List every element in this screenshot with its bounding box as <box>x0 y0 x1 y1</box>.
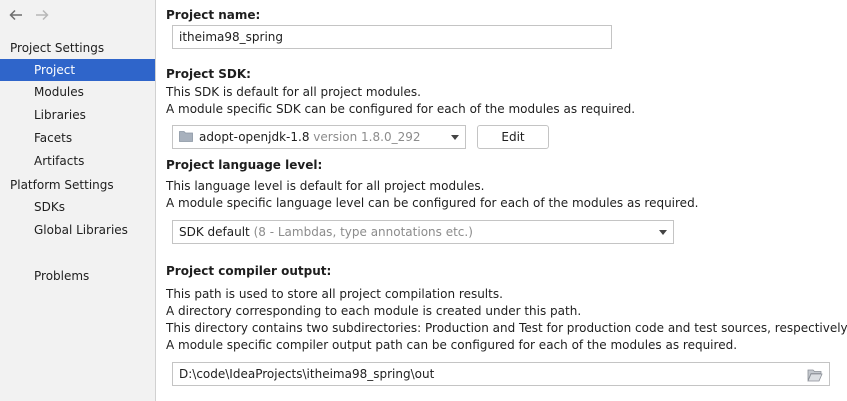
compiler-output-desc-1: This path is used to store all project c… <box>166 287 503 301</box>
compiler-output-desc-4: A module specific compiler output path c… <box>166 338 738 352</box>
project-sdk-dropdown[interactable]: adopt-openjdk-1.8 version 1.8.0_292 <box>172 125 466 149</box>
edit-sdk-button[interactable]: Edit <box>477 125 549 149</box>
sidebar-item-project[interactable]: Project <box>0 59 155 81</box>
language-level-dropdown[interactable]: SDK default (8 - Lambdas, type annotatio… <box>172 220 674 244</box>
sdk-version: version 1.8.0_292 <box>313 130 421 144</box>
nav-arrows <box>8 6 50 24</box>
settings-sidebar: Project Settings Project Modules Librari… <box>0 0 156 401</box>
compiler-output-desc-3: This directory contains two subdirectori… <box>166 321 847 335</box>
project-sdk-desc-1: This SDK is default for all project modu… <box>166 85 421 99</box>
compiler-output-path-field[interactable]: D:\code\IdeaProjects\itheima98_spring\ou… <box>172 362 830 386</box>
sidebar-item-modules[interactable]: Modules <box>0 81 155 103</box>
chevron-down-icon <box>451 135 459 140</box>
sidebar-item-global-libraries[interactable]: Global Libraries <box>0 219 155 241</box>
folder-icon <box>179 127 193 149</box>
arrow-right-icon[interactable] <box>34 7 50 23</box>
project-name-field[interactable]: itheima98_spring <box>172 25 612 49</box>
arrow-left-icon[interactable] <box>8 7 24 23</box>
language-level-desc-2: A module specific language level can be … <box>166 196 699 210</box>
folder-open-icon[interactable] <box>807 367 823 382</box>
compiler-output-path: D:\code\IdeaProjects\itheima98_spring\ou… <box>179 367 435 381</box>
sdk-name: adopt-openjdk-1.8 <box>199 130 310 144</box>
language-level-label: Project language level: <box>166 158 323 172</box>
language-level-desc-1: This language level is default for all p… <box>166 179 485 193</box>
sidebar-item-facets[interactable]: Facets <box>0 127 155 149</box>
group-platform-settings: Platform Settings <box>10 178 114 192</box>
sidebar-item-libraries[interactable]: Libraries <box>0 104 155 126</box>
compiler-output-label: Project compiler output: <box>166 264 332 278</box>
chevron-down-icon <box>659 230 667 235</box>
project-name-label: Project name: <box>166 8 261 22</box>
project-settings-panel: Project name: itheima98_spring Project S… <box>157 0 847 401</box>
project-sdk-label: Project SDK: <box>166 67 251 81</box>
sidebar-item-artifacts[interactable]: Artifacts <box>0 150 155 172</box>
language-level-value: SDK default <box>179 225 250 239</box>
project-sdk-desc-2: A module specific SDK can be configured … <box>166 102 636 116</box>
sidebar-item-problems[interactable]: Problems <box>0 265 155 287</box>
sidebar-item-sdks[interactable]: SDKs <box>0 196 155 218</box>
group-project-settings: Project Settings <box>10 41 105 55</box>
compiler-output-desc-2: A directory corresponding to each module… <box>166 304 582 318</box>
language-level-hint: (8 - Lambdas, type annotations etc.) <box>253 225 473 239</box>
